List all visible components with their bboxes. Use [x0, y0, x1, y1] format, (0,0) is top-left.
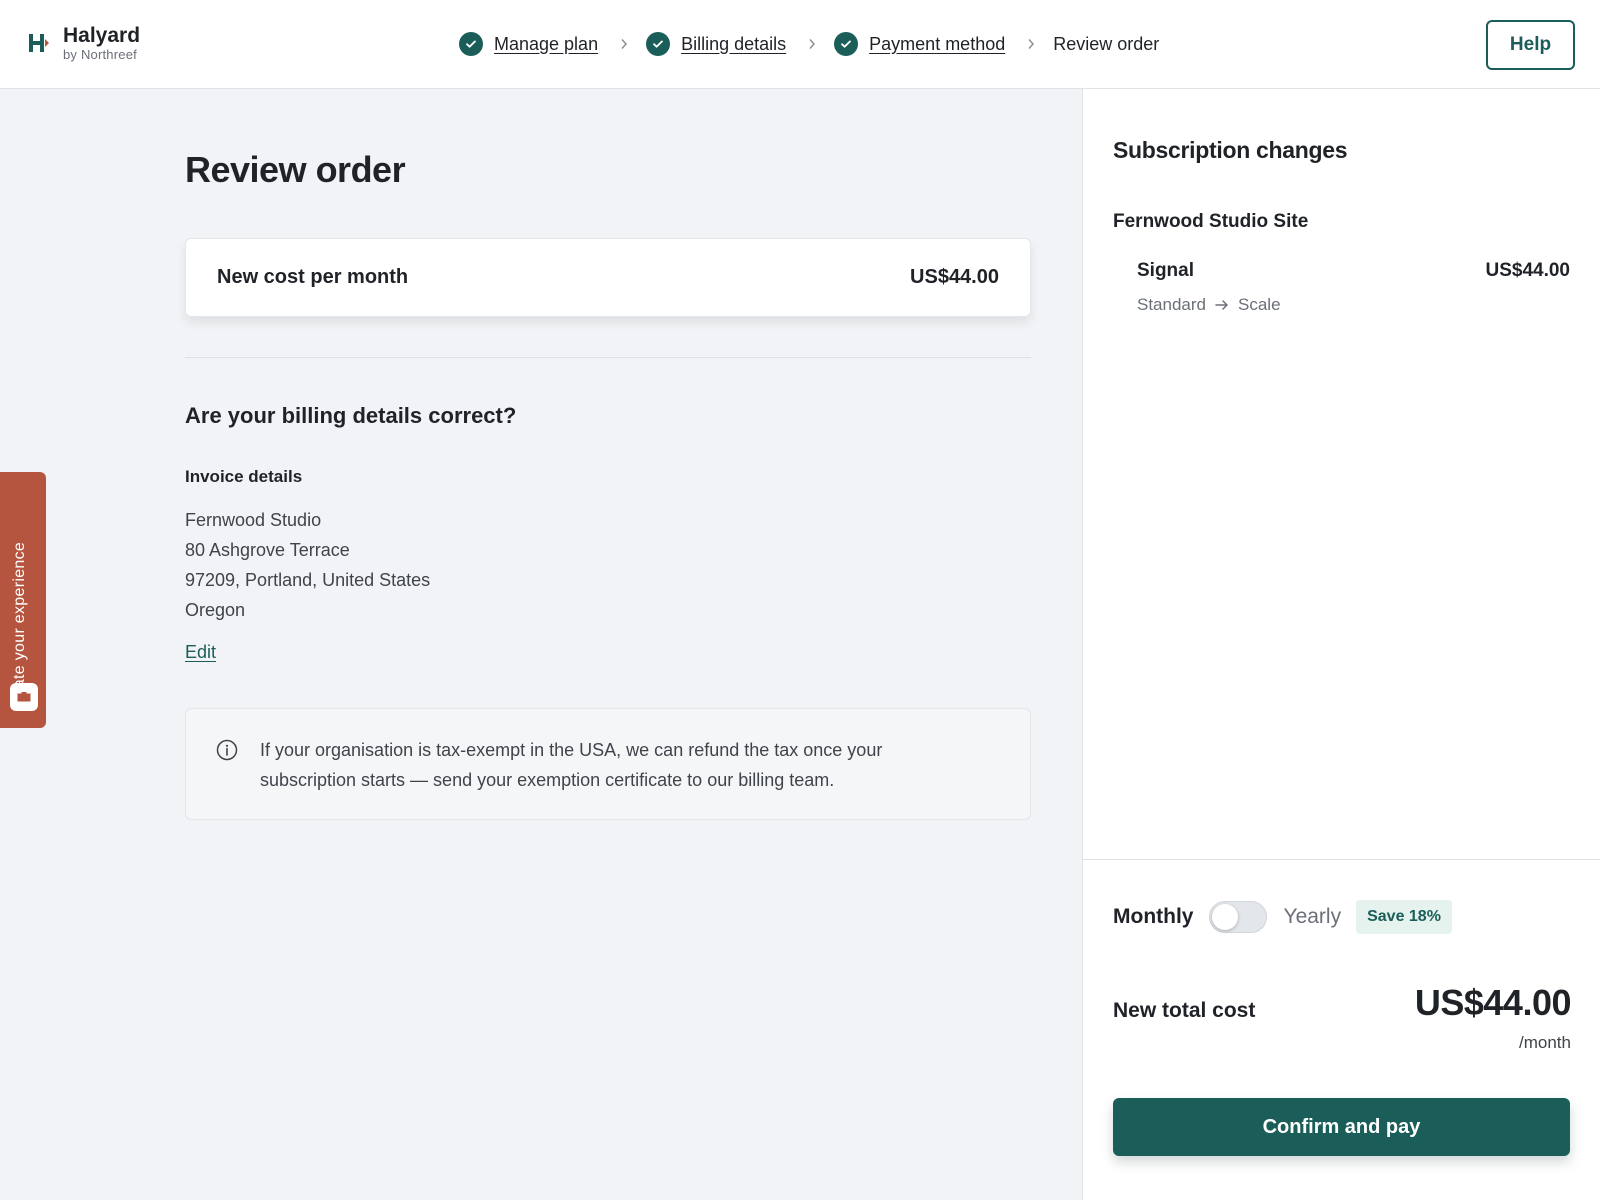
- chevron-right-icon: [806, 38, 818, 50]
- product-name: Signal: [1137, 260, 1195, 281]
- plan-from: Standard: [1137, 295, 1206, 314]
- page-title: Review order: [185, 149, 406, 190]
- invoice-details-label: Invoice details: [185, 467, 303, 486]
- help-button[interactable]: Help: [1486, 20, 1575, 70]
- top-header: Halyard by Northreef Manage plan Billing…: [0, 0, 1600, 89]
- feedback-icon: [10, 683, 38, 711]
- chevron-right-icon: [618, 38, 630, 50]
- save-badge: Save 18%: [1356, 900, 1452, 934]
- brand-subtitle: by Northreef: [63, 47, 137, 62]
- step-review-order: Review order: [1053, 34, 1159, 55]
- check-circle-icon: [834, 32, 859, 56]
- cost-label: New cost per month: [217, 266, 409, 288]
- subscription-changes-title: Subscription changes: [1113, 137, 1348, 163]
- address-line: Fernwood Studio: [185, 510, 322, 530]
- info-icon: [216, 739, 238, 761]
- step-label[interactable]: Manage plan: [494, 34, 598, 55]
- step-payment-method[interactable]: Payment method: [834, 32, 1005, 56]
- step-label-current: Review order: [1053, 33, 1160, 54]
- edit-billing-link[interactable]: Edit: [185, 642, 216, 663]
- yearly-label: Yearly: [1283, 905, 1342, 928]
- new-cost-card: New cost per month US$44.00: [185, 238, 1031, 317]
- address-line: 80 Ashgrove Terrace: [185, 540, 350, 560]
- checkout-stepper: Manage plan Billing details Payment meth…: [459, 30, 1159, 58]
- monthly-label: Monthly: [1113, 905, 1194, 928]
- confirm-and-pay-button[interactable]: Confirm and pay: [1113, 1098, 1570, 1156]
- brand[interactable]: Halyard by Northreef: [27, 24, 140, 62]
- step-label[interactable]: Billing details: [681, 34, 786, 55]
- halyard-logo-icon: [29, 34, 49, 52]
- address-line: Oregon: [185, 600, 246, 620]
- site-name: Fernwood Studio Site: [1113, 211, 1309, 232]
- order-total-section: Monthly Yearly Save 18% New total cost U…: [1083, 859, 1600, 1200]
- invoice-address: Fernwood Studio 80 Ashgrove Terrace 9720…: [185, 505, 430, 625]
- billing-period-row: Monthly Yearly Save 18%: [1113, 900, 1452, 934]
- plan-to: Scale: [1238, 295, 1281, 314]
- tax-exempt-info-box: If your organisation is tax-exempt in th…: [185, 708, 1031, 820]
- total-cost-unit: /month: [1519, 1033, 1571, 1052]
- main-content: Review order New cost per month US$44.00…: [0, 89, 1082, 1200]
- info-text: If your organisation is tax-exempt in th…: [260, 740, 883, 790]
- plan-change: Standard Scale: [1137, 295, 1281, 315]
- address-line: 97209, Portland, United States: [185, 570, 431, 590]
- cost-value: US$44.00: [910, 266, 999, 288]
- total-cost-value: US$44.00: [1414, 982, 1572, 1023]
- brand-name: Halyard: [63, 24, 141, 47]
- rate-experience-tab[interactable]: Rate your experience: [0, 472, 46, 728]
- order-summary-sidebar: Subscription changes Fernwood Studio Sit…: [1082, 89, 1600, 1200]
- feedback-label: Rate your experience: [11, 541, 28, 700]
- section-divider: [185, 357, 1031, 358]
- billing-period-toggle[interactable]: [1209, 901, 1268, 933]
- arrow-right-icon: [1215, 299, 1229, 311]
- chevron-right-icon: [1025, 38, 1037, 50]
- step-billing-details[interactable]: Billing details: [646, 32, 786, 56]
- step-label[interactable]: Payment method: [869, 34, 1005, 55]
- check-circle-icon: [459, 32, 483, 56]
- check-circle-icon: [646, 32, 671, 56]
- billing-question-heading: Are your billing details correct?: [185, 403, 517, 428]
- step-manage-plan[interactable]: Manage plan: [459, 32, 598, 56]
- product-price: US$44.00: [1485, 260, 1570, 281]
- total-cost-label: New total cost: [1113, 999, 1256, 1022]
- toggle-knob: [1212, 904, 1239, 930]
